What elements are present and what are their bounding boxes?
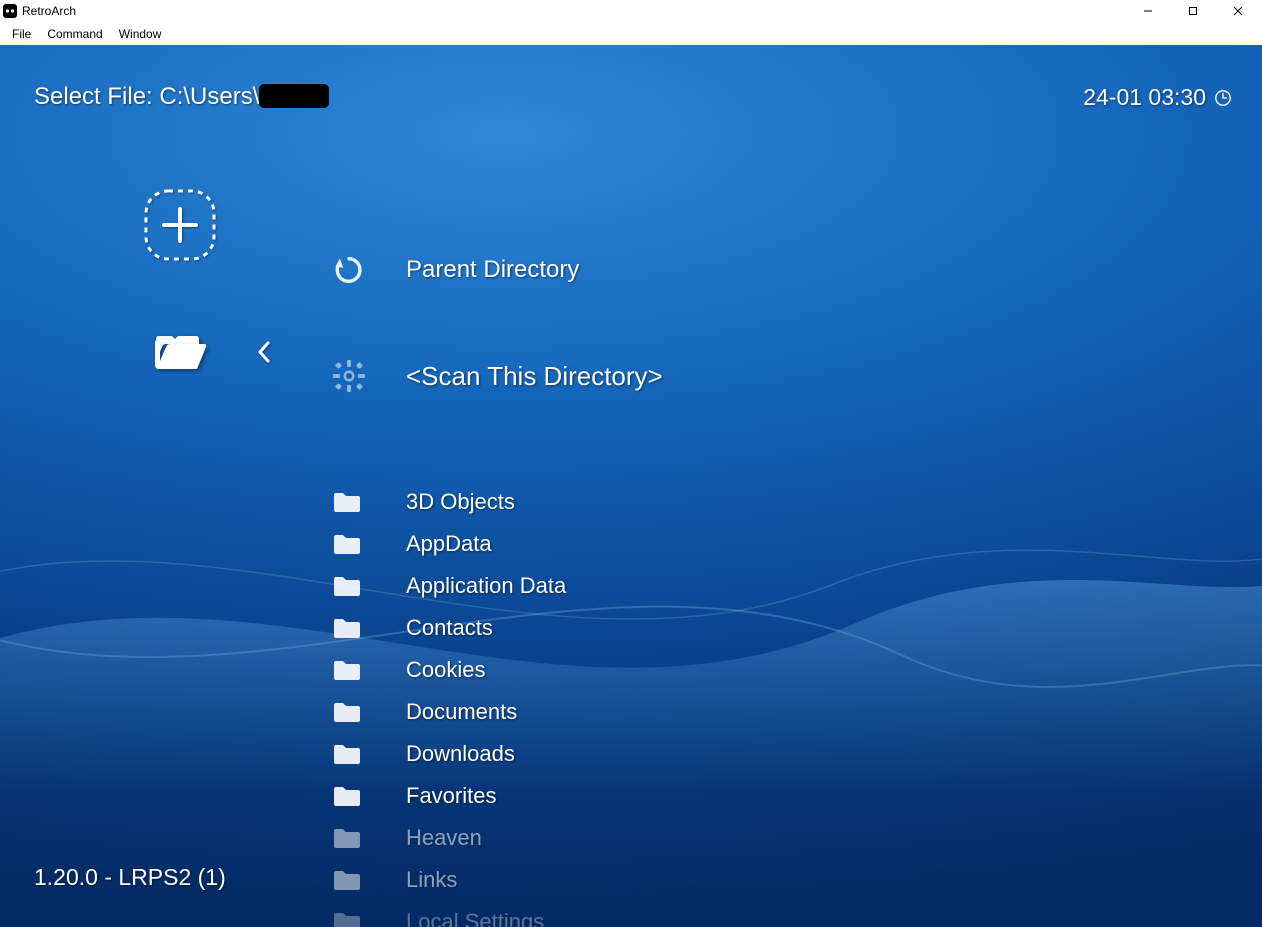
folder-label: Application Data: [406, 573, 566, 599]
folder-item[interactable]: Links: [332, 859, 1222, 901]
file-list: Parent Directory: [332, 217, 1222, 927]
close-button[interactable]: [1215, 0, 1260, 22]
minimize-button[interactable]: [1125, 0, 1170, 22]
folder-icon: [332, 529, 362, 559]
folder-item[interactable]: 3D Objects: [332, 481, 1222, 523]
path-redacted: [259, 84, 329, 108]
gear-icon: [332, 359, 366, 393]
version-label: 1.20.0 - LRPS2 (1): [34, 864, 226, 891]
folder-item[interactable]: Local Settings: [332, 901, 1222, 927]
folder-item[interactable]: AppData: [332, 523, 1222, 565]
folder-icon: [332, 613, 362, 643]
folder-label: Documents: [406, 699, 517, 725]
clock: 24-01 03:30: [1083, 84, 1232, 111]
folder-label: Links: [406, 867, 457, 893]
chevron-left-icon: [255, 341, 273, 363]
app-icon: [2, 3, 18, 19]
clock-text: 24-01 03:30: [1083, 84, 1206, 111]
current-folder-icon: [152, 331, 208, 371]
folder-icon: [332, 781, 362, 811]
folder-label: Favorites: [406, 783, 496, 809]
clock-icon: [1214, 89, 1232, 107]
folder-label: Contacts: [406, 615, 493, 641]
folder-item[interactable]: Heaven: [332, 817, 1222, 859]
scan-directory-label: <Scan This Directory>: [406, 361, 663, 392]
import-content-tab[interactable]: [140, 185, 220, 265]
app-viewport: Select File: C:\Users\ 24-01 03:30: [0, 45, 1262, 927]
undo-icon: [332, 253, 366, 287]
folder-icon: [332, 655, 362, 685]
folder-icon: [332, 571, 362, 601]
scan-directory-item[interactable]: <Scan This Directory>: [332, 323, 1222, 429]
folder-label: Local Settings: [406, 909, 544, 927]
folder-icon: [332, 865, 362, 895]
folder-label: Downloads: [406, 741, 515, 767]
menubar: File Command Window: [0, 22, 1262, 45]
folder-icon: [332, 697, 362, 727]
folder-label: AppData: [406, 531, 492, 557]
path-label: Select File: C:\Users\: [34, 83, 259, 111]
folder-item[interactable]: Documents: [332, 691, 1222, 733]
folder-item[interactable]: Contacts: [332, 607, 1222, 649]
parent-directory-item[interactable]: Parent Directory: [332, 217, 1222, 323]
folder-label: 3D Objects: [406, 489, 515, 515]
folder-icon: [332, 487, 362, 517]
menu-window[interactable]: Window: [111, 25, 170, 43]
plus-dashed-icon: [140, 185, 220, 265]
folder-item[interactable]: Favorites: [332, 775, 1222, 817]
parent-directory-label: Parent Directory: [406, 256, 579, 284]
titlebar: RetroArch: [0, 0, 1262, 22]
folder-item[interactable]: Cookies: [332, 649, 1222, 691]
menu-command[interactable]: Command: [39, 25, 110, 43]
folder-item[interactable]: Application Data: [332, 565, 1222, 607]
header: Select File: C:\Users\ 24-01 03:30: [34, 83, 1232, 111]
maximize-button[interactable]: [1170, 0, 1215, 22]
folder-icon: [332, 823, 362, 853]
folder-label: Heaven: [406, 825, 482, 851]
folder-icon: [332, 739, 362, 769]
window-title: RetroArch: [22, 4, 76, 18]
folder-label: Cookies: [406, 657, 485, 683]
folder-icon: [332, 907, 362, 927]
menu-file[interactable]: File: [4, 25, 39, 43]
folder-item[interactable]: Downloads: [332, 733, 1222, 775]
